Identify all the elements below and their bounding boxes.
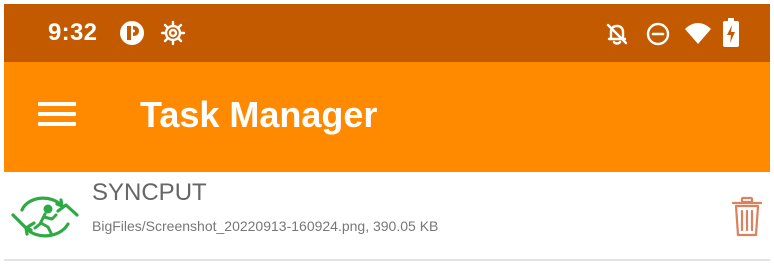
battery-charging-icon: [722, 18, 740, 48]
hamburger-menu-icon: [38, 100, 76, 128]
app-bar: Task Manager: [4, 62, 770, 172]
bell-off-icon: [604, 21, 630, 47]
delete-task-button[interactable]: [730, 196, 764, 238]
do-not-disturb-icon: [646, 22, 670, 46]
menu-button[interactable]: [38, 100, 76, 128]
task-manager-screen: 9:32 Task Manager SYNCPUT BigFiles/Scree…: [4, 4, 770, 261]
task-row[interactable]: SYNCPUT BigFiles/Screenshot_20220913-160…: [4, 172, 770, 260]
status-bar: 9:32: [4, 4, 770, 62]
task-type: SYNCPUT: [92, 179, 207, 206]
app-title: Task Manager: [140, 94, 378, 135]
wifi-icon: [684, 22, 712, 46]
trash-icon: [730, 196, 764, 238]
app-notification-icon: [118, 19, 146, 47]
sync-put-icon: [10, 188, 80, 246]
row-divider: [4, 259, 770, 261]
status-time: 9:32: [48, 19, 98, 46]
settings-gear-icon: [160, 20, 186, 46]
task-file-detail: BigFiles/Screenshot_20220913-160924.png,…: [92, 218, 439, 234]
